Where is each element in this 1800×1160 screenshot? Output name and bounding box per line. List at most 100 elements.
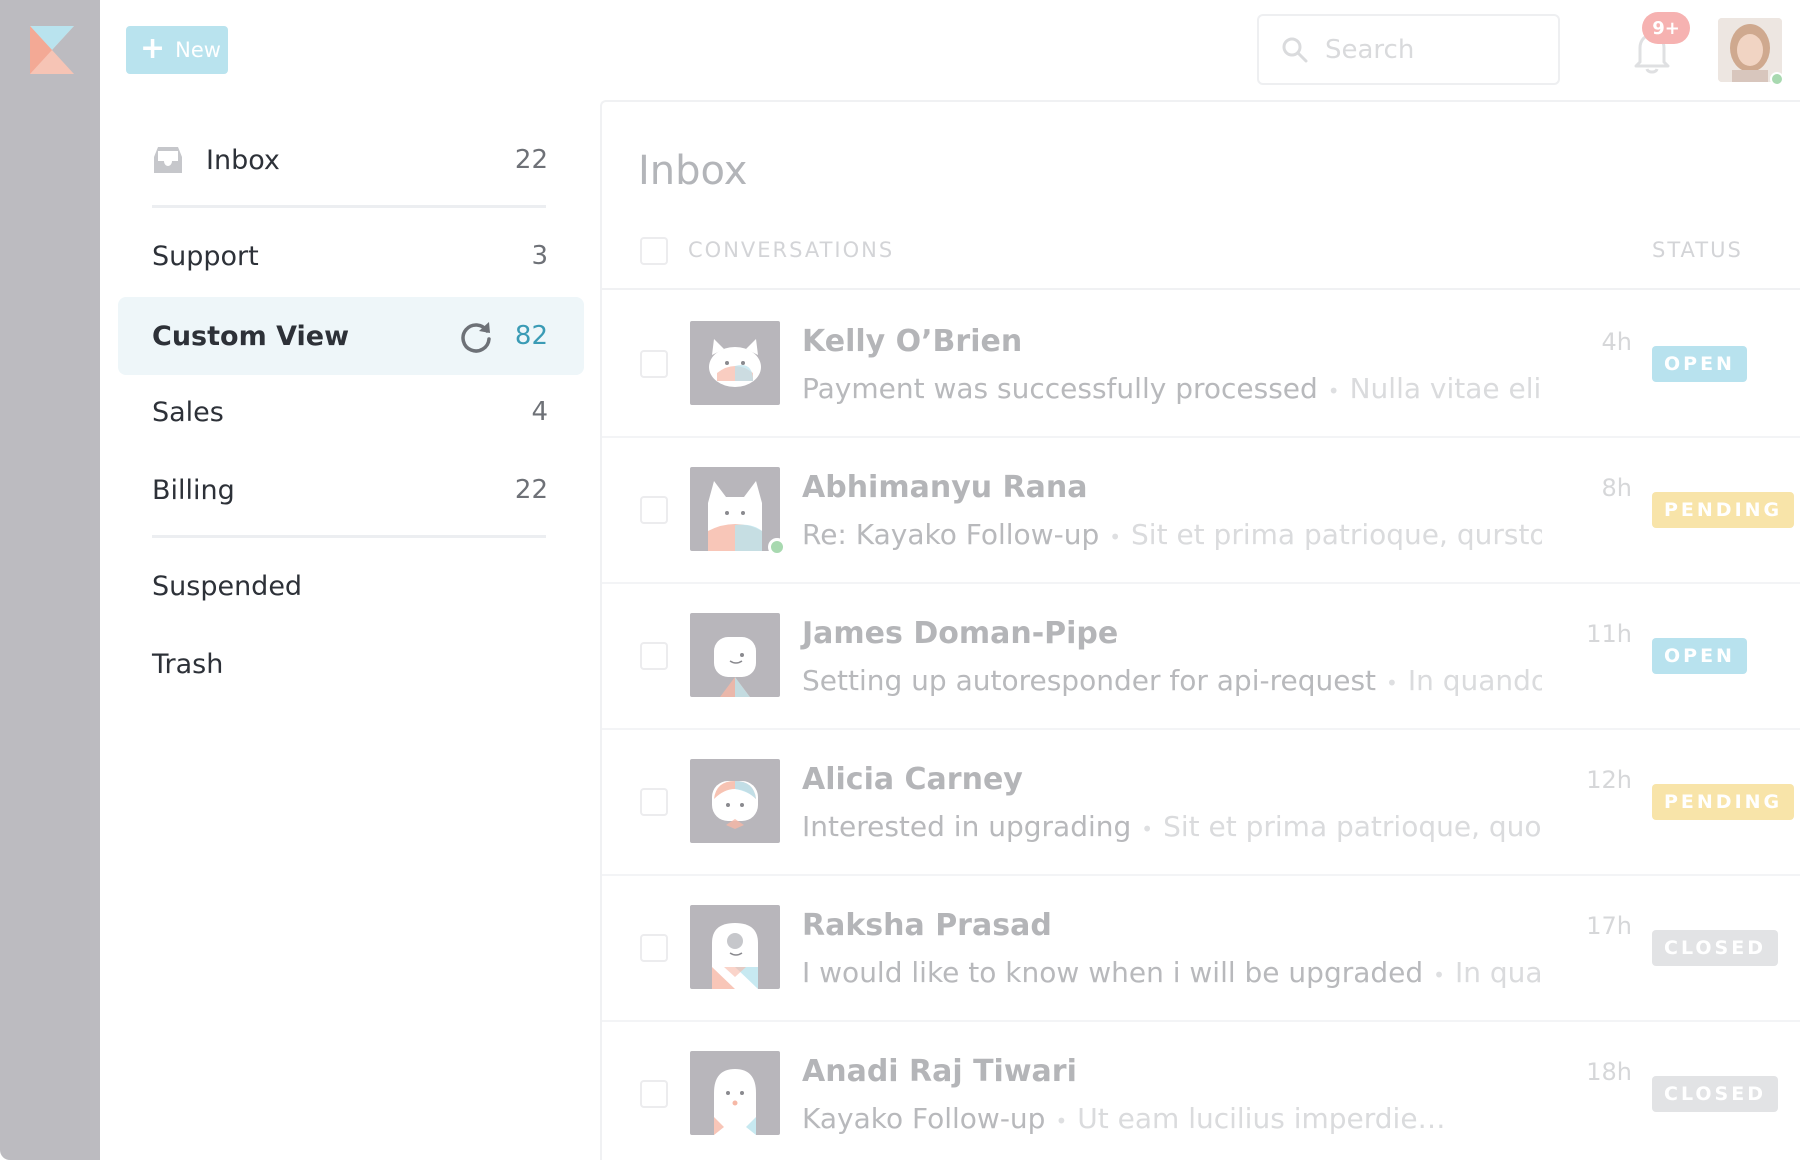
sidebar-item-label: Custom View bbox=[152, 320, 350, 352]
row-checkbox[interactable] bbox=[640, 1080, 668, 1108]
person-avatar-icon bbox=[712, 923, 758, 989]
conversation-subject: Re: Kayako Follow-up bbox=[802, 518, 1100, 551]
plus-icon: + bbox=[140, 30, 166, 66]
search-icon bbox=[1282, 37, 1308, 62]
separator-dot: • bbox=[1327, 379, 1340, 403]
sidebar-item-label: Billing bbox=[152, 474, 235, 506]
sidebar-item-count: 4 bbox=[531, 397, 548, 427]
column-header-status: STATUS bbox=[1652, 238, 1743, 262]
conversation-preview: Ut eam lucilius imperdie… bbox=[1077, 1102, 1446, 1135]
sidebar-item-sales[interactable]: Sales 4 bbox=[118, 373, 584, 451]
sidebar-item-label: Sales bbox=[152, 396, 224, 428]
sidebar-item-custom-view[interactable]: Custom View 82 bbox=[118, 297, 584, 375]
contact-avatar bbox=[690, 759, 780, 843]
row-checkbox[interactable] bbox=[640, 496, 668, 524]
refresh-icon[interactable] bbox=[459, 319, 493, 353]
contact-name: Anadi Raj Tiwari bbox=[802, 1054, 1077, 1089]
conversation-summary: Payment was successfully processed • Nulla… bbox=[802, 372, 1542, 405]
cat-avatar-icon bbox=[709, 339, 761, 387]
sidebar-item-inbox[interactable]: Inbox 22 bbox=[118, 121, 584, 199]
contact-name: Raksha Prasad bbox=[802, 908, 1052, 943]
conversation-subject: Setting up autoresponder for api-request bbox=[802, 664, 1377, 697]
sidebar-item-label: Suspended bbox=[152, 570, 303, 602]
status-badge: PENDING bbox=[1652, 784, 1795, 820]
separator-dot: • bbox=[1109, 525, 1122, 549]
conversation-time: 11h bbox=[1586, 620, 1632, 648]
status-badge: OPEN bbox=[1652, 638, 1747, 674]
contact-avatar bbox=[690, 321, 780, 405]
sidebar-divider bbox=[152, 535, 546, 538]
row-checkbox[interactable] bbox=[640, 350, 668, 378]
conversation-summary: Setting up autoresponder for api-request… bbox=[802, 664, 1542, 697]
conversation-summary: Kayako Follow-up • Ut eam lucilius imperdi… bbox=[802, 1102, 1542, 1135]
person-avatar-icon bbox=[714, 637, 756, 697]
conversation-row[interactable]: Alicia Carney 12h Interested in upgradin… bbox=[602, 730, 1800, 876]
app-rail bbox=[0, 0, 100, 1160]
sidebar-item-count: 3 bbox=[531, 241, 548, 271]
conversation-preview: Sit et prima patrioque, quot … bbox=[1163, 810, 1542, 843]
inbox-icon bbox=[154, 147, 182, 173]
user-online-indicator bbox=[1770, 72, 1784, 86]
online-indicator bbox=[768, 538, 786, 556]
contact-name: Kelly O’Brien bbox=[802, 324, 1023, 359]
sidebar-item-count: 22 bbox=[514, 145, 548, 175]
contact-name: James Doman-Pipe bbox=[802, 616, 1119, 651]
new-button-label: New bbox=[175, 38, 221, 62]
person-avatar-icon bbox=[714, 1069, 756, 1135]
sidebar-divider bbox=[152, 205, 546, 208]
status-badge: PENDING bbox=[1652, 492, 1795, 528]
conversation-time: 4h bbox=[1601, 328, 1632, 356]
column-header-conversations: CONVERSATIONS bbox=[688, 238, 895, 262]
sidebar-item-label: Trash bbox=[152, 648, 224, 680]
conversation-row[interactable]: Anadi Raj Tiwari 18h Kayako Follow-up • Ut… bbox=[602, 1022, 1800, 1160]
notification-badge[interactable]: 9+ bbox=[1642, 12, 1690, 44]
sidebar-item-label: Inbox bbox=[206, 144, 280, 176]
contact-avatar bbox=[690, 467, 780, 551]
new-button[interactable]: + New bbox=[126, 26, 228, 74]
contact-avatar bbox=[690, 1051, 780, 1135]
kayako-logo-icon[interactable] bbox=[30, 26, 74, 74]
separator-dot: • bbox=[1433, 963, 1445, 987]
person-avatar-icon bbox=[712, 781, 758, 829]
sidebar-item-support[interactable]: Support 3 bbox=[118, 217, 584, 295]
status-badge: OPEN bbox=[1652, 346, 1747, 382]
conversation-time: 18h bbox=[1586, 1058, 1632, 1086]
conversation-preview: In quando… bbox=[1407, 664, 1542, 697]
contact-avatar bbox=[690, 905, 780, 989]
row-checkbox[interactable] bbox=[640, 788, 668, 816]
search-placeholder: Search bbox=[1325, 34, 1415, 65]
conversation-subject: Payment was successfully processed bbox=[802, 372, 1318, 405]
separator-dot: • bbox=[1141, 817, 1154, 841]
sidebar-item-billing[interactable]: Billing 22 bbox=[118, 451, 584, 529]
conversation-subject: Kayako Follow-up bbox=[802, 1102, 1046, 1135]
conversation-row[interactable]: Raksha Prasad 17h I would like to know w… bbox=[602, 876, 1800, 1022]
conversation-subject: Interested in upgrading bbox=[802, 810, 1132, 843]
select-all-checkbox[interactable] bbox=[640, 237, 668, 265]
conversation-preview: Sit et prima patrioque, qurstot … bbox=[1131, 518, 1542, 551]
status-badge: CLOSED bbox=[1652, 1076, 1778, 1112]
row-checkbox[interactable] bbox=[640, 642, 668, 670]
sidebar-item-suspended[interactable]: Suspended bbox=[118, 547, 584, 625]
contact-name: Alicia Carney bbox=[802, 762, 1023, 797]
conversation-time: 12h bbox=[1586, 766, 1632, 794]
conversation-row[interactable]: Abhimanyu Rana 8h Re: Kayako Follow-up • S… bbox=[602, 438, 1800, 584]
conversation-row[interactable]: Kelly O’Brien 4h Payment was successfull… bbox=[602, 292, 1800, 438]
sidebar-item-count: 22 bbox=[514, 475, 548, 505]
contact-avatar bbox=[690, 613, 780, 697]
separator-dot: • bbox=[1055, 1109, 1068, 1133]
conversation-row[interactable]: James Doman-Pipe 11h Setting up autoresp… bbox=[602, 584, 1800, 730]
sidebar-item-trash[interactable]: Trash bbox=[118, 625, 584, 703]
conversation-summary: Re: Kayako Follow-up • Sit et prima patrio… bbox=[802, 518, 1542, 551]
conversation-time: 17h bbox=[1586, 912, 1632, 940]
conversation-preview: Nulla vitae elite a… bbox=[1349, 372, 1542, 405]
conversation-preview: In quan… bbox=[1454, 956, 1542, 989]
row-checkbox[interactable] bbox=[640, 934, 668, 962]
conversation-summary: Interested in upgrading • Sit et prima pat… bbox=[802, 810, 1542, 843]
search-input[interactable]: Search bbox=[1257, 14, 1560, 85]
page-title: Inbox bbox=[638, 148, 748, 194]
separator-dot: • bbox=[1386, 671, 1398, 695]
table-header: CONVERSATIONS STATUS bbox=[602, 208, 1800, 290]
conversation-summary: I would like to know when i will be upgr… bbox=[802, 956, 1542, 989]
sidebar-item-count: 82 bbox=[514, 321, 548, 351]
conversation-subject: I would like to know when i will be upgr… bbox=[802, 956, 1424, 989]
